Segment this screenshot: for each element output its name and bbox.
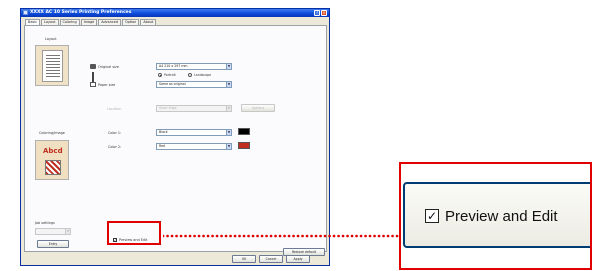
chevron-down-icon: ▼ [226, 82, 231, 87]
job-settings-select[interactable]: ▼ [35, 228, 71, 235]
color1-label: Color 1: [108, 131, 122, 135]
job-settings-label: Job settings [35, 221, 55, 225]
chevron-down-icon: ▼ [226, 144, 231, 149]
apply-button[interactable]: Apply [286, 255, 310, 263]
cancel-button[interactable]: Cancel [259, 255, 283, 263]
chevron-down-icon: ▼ [65, 229, 70, 234]
paper-size-value: Same as original [159, 82, 186, 86]
entry-button[interactable]: Entry [37, 240, 69, 248]
location-label: Location [107, 107, 122, 111]
color2-swatch[interactable] [238, 142, 250, 149]
coloring-section-label: Coloring/Image [39, 131, 65, 135]
callout-connector [163, 234, 399, 238]
location-value: Short Edge [159, 106, 177, 110]
layout-preview [35, 45, 69, 86]
color1-swatch[interactable] [238, 128, 250, 135]
paper-size-label: Paper size [98, 83, 116, 87]
window-title: XXXX AC 10 Series Printing Preferences [30, 10, 132, 15]
original-size-select[interactable]: A4 210 x 297 mm ▼ [156, 63, 232, 70]
portrait-radio[interactable] [158, 73, 162, 77]
portrait-label: Portrait [164, 73, 176, 77]
chevron-down-icon: ▼ [226, 130, 231, 135]
title-bar[interactable]: XXXX AC 10 Series Printing Preferences ?… [21, 9, 329, 17]
color2-value: Red [159, 144, 166, 148]
zoom-callout: ✓ Preview and Edit [399, 162, 592, 270]
color-sample-image [45, 160, 61, 175]
chevron-down-icon: ▼ [226, 106, 231, 111]
ok-button[interactable]: OK [232, 255, 256, 263]
original-size-label: Original size [98, 65, 119, 69]
paper-size-icon [90, 82, 96, 87]
close-button[interactable]: × [321, 10, 327, 16]
printer-app-icon [23, 10, 28, 15]
landscape-radio[interactable] [188, 73, 192, 77]
basic-tab-panel: Layout Original size A4 210 x 297 mm ▼ P… [24, 25, 327, 256]
paper-size-select[interactable]: Same as original ▼ [156, 81, 232, 88]
paper-preview-icon [42, 50, 63, 82]
original-size-icon [90, 64, 96, 69]
landscape-label: Landscape [194, 73, 212, 77]
chevron-down-icon: ▼ [226, 64, 231, 69]
coloring-preview: Abcd [35, 140, 69, 180]
options-button[interactable]: Options [241, 104, 275, 112]
printing-preferences-dialog: XXXX AC 10 Series Printing Preferences ?… [20, 8, 330, 266]
color2-select[interactable]: Red ▼ [156, 143, 232, 150]
help-button[interactable]: ? [314, 10, 320, 16]
original-size-value: A4 210 x 297 mm [159, 64, 188, 68]
color-sample-text: Abcd [43, 147, 63, 155]
zoomed-preview-edit-area: ✓ Preview and Edit [403, 182, 590, 248]
zoomed-preview-edit-checkbox[interactable]: ✓ [425, 209, 439, 223]
zoomed-preview-edit-label: Preview and Edit [445, 208, 558, 225]
layout-section-label: Layout [45, 37, 57, 41]
location-select[interactable]: Short Edge ▼ [156, 105, 232, 112]
color2-label: Color 2: [108, 145, 122, 149]
color1-value: Black [159, 130, 168, 134]
color1-select[interactable]: Black ▼ [156, 129, 232, 136]
highlight-frame [107, 221, 161, 245]
